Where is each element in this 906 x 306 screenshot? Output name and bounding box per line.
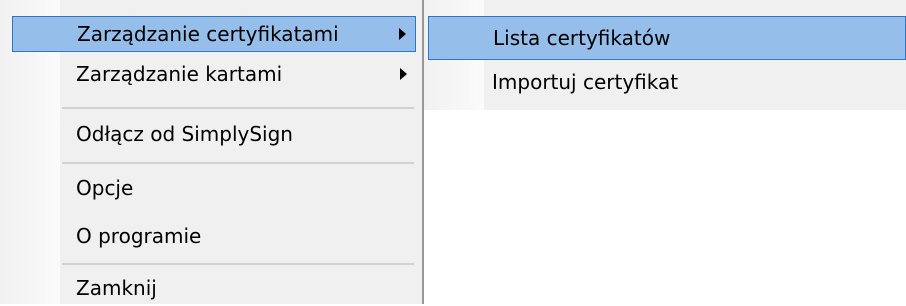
chevron-right-icon [400, 68, 407, 80]
chevron-right-icon [399, 28, 406, 40]
menu-item-lista-certyfikatow[interactable]: Lista certyfikatów [428, 16, 906, 60]
menu-separator [62, 263, 414, 265]
menu-item-label: Lista certyfikatów [493, 26, 671, 50]
menu-item-label: Opcje [76, 176, 134, 200]
menu-item-label: Importuj certyfikat [492, 70, 679, 94]
menu-item-label: O programie [76, 224, 202, 248]
menu-item-o-programie[interactable]: O programie [12, 218, 416, 254]
menu-item-label: Zarządzanie certyfikatami [77, 22, 339, 46]
menu-item-label: Zarządzanie kartami [76, 62, 283, 86]
menu-item-zarzadzanie-kartami[interactable]: Zarządzanie kartami [12, 56, 416, 92]
menu-item-importuj-certyfikat[interactable]: Importuj certyfikat [428, 62, 906, 102]
menu-item-zamknij[interactable]: Zamknij [12, 270, 416, 306]
menu-item-zarzadzanie-certyfikatami[interactable]: Zarządzanie certyfikatami [12, 16, 416, 52]
menu-item-odlacz-od-simplysign[interactable]: Odłącz od SimplySign [12, 116, 416, 152]
context-menu: Zarządzanie certyfikatami Zarządzanie ka… [0, 0, 424, 304]
menu-item-label: Zamknij [76, 276, 157, 300]
menu-item-label: Odłącz od SimplySign [76, 122, 293, 146]
menu-separator [62, 107, 414, 109]
certificates-submenu: Lista certyfikatów Importuj certyfikat [424, 0, 906, 110]
menu-separator [62, 162, 414, 164]
menu-item-opcje[interactable]: Opcje [12, 170, 416, 206]
